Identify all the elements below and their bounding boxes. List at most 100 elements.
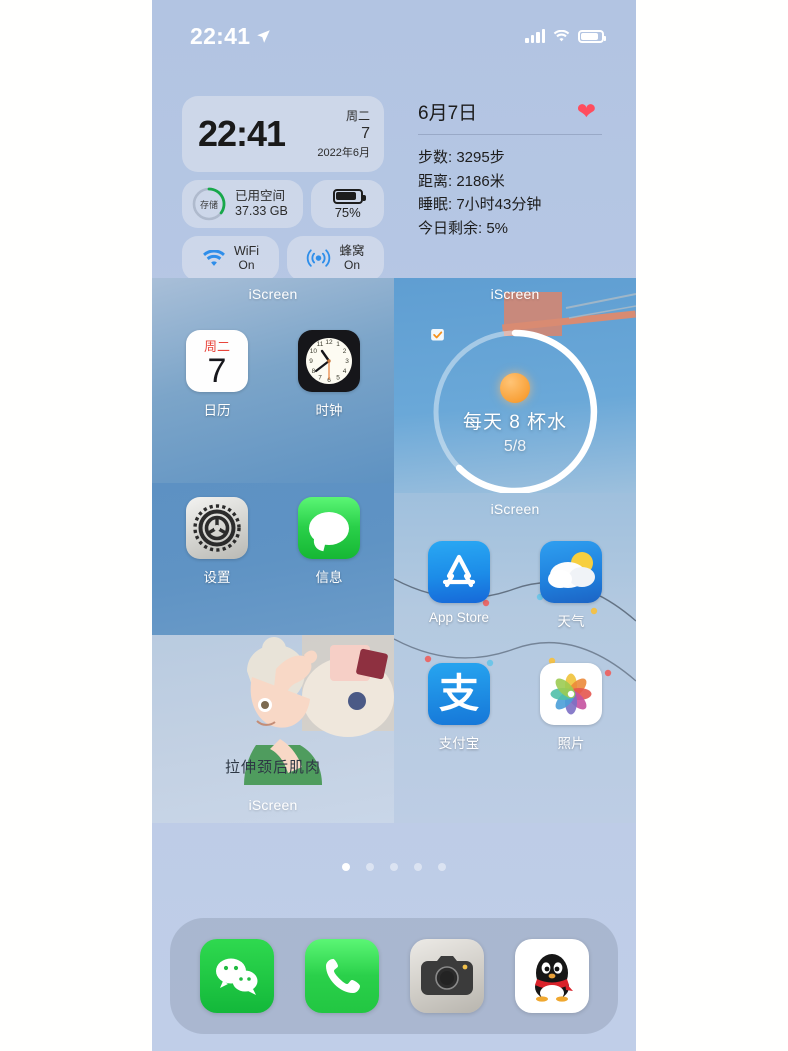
clock-icon: 12 1 23 45 67 89 10 11 (298, 330, 360, 392)
page-dot-5[interactable] (438, 863, 446, 871)
page-dot-1[interactable] (342, 863, 350, 871)
dock (170, 918, 618, 1034)
app-row-1: 周二 7 日历 12 1 23 45 67 8 9 10 11 时钟 (161, 330, 385, 419)
calendar-icon-day: 7 (207, 352, 227, 391)
app-label-weather: 天气 (557, 614, 585, 629)
battery-widget[interactable]: 75% (311, 180, 384, 228)
app-appstore[interactable]: App Store (403, 541, 515, 630)
water-progress-ring: 每天 8 杯水 5/8 (429, 326, 601, 493)
alipay-glyph: 支 (439, 672, 479, 716)
wifi-text: WiFi On (234, 244, 259, 272)
app-photos[interactable]: 照片 (515, 663, 627, 752)
app-calendar[interactable]: 周二 7 日历 (161, 330, 273, 419)
app-settings[interactable]: 设置 (161, 497, 273, 586)
svg-text:12: 12 (325, 339, 333, 346)
status-left: 22:41 (190, 23, 271, 50)
status-time: 22:41 (190, 22, 251, 49)
app-label-messages: 信息 (315, 570, 343, 585)
battery-percent: 75% (334, 204, 361, 220)
phone-icon[interactable] (304, 939, 379, 1013)
clock-widget-date: 周二 7 2022年6月 (317, 107, 370, 161)
app-label-calendar: 日历 (203, 403, 231, 418)
app-weather[interactable]: 天气 (515, 541, 627, 630)
app-messages[interactable]: 信息 (273, 497, 385, 586)
page-dot-3[interactable] (390, 863, 398, 871)
gear-icon (186, 497, 248, 559)
battery-level-icon (332, 188, 366, 204)
panel-top-left: iScreen 周二 7 日历 12 1 23 4 5 6 7 8 9 10 1… (152, 278, 394, 483)
panel-top-right-water[interactable]: iScreen 每天 8 杯水 5/8 (394, 278, 636, 493)
iscreen-label-mid-right: iScreen (490, 501, 540, 517)
heart-icon: ❤ (576, 98, 596, 124)
message-bubble-icon (298, 497, 360, 559)
app-alipay[interactable]: 支 支付宝 (403, 663, 515, 752)
health-date: 6月7日 (418, 103, 478, 124)
clock-widget-weekday: 周二 (345, 109, 370, 124)
location-arrow-icon (257, 29, 271, 43)
health-remaining: 今日剩余: 5% (418, 219, 509, 237)
app-label-alipay: 支付宝 (438, 736, 480, 751)
widget-row-2: 存储 已用空间 37.33 GB 75% (182, 180, 384, 228)
qq-icon[interactable] (514, 939, 589, 1013)
battery-icon (578, 29, 606, 43)
storage-title: 已用空间 (235, 189, 286, 204)
clock-widget-time: 22:41 (198, 113, 286, 154)
health-widget[interactable]: 6月7日 ❤ 步数: 3295步 距离: 2186米 睡眠: 7小时43分钟 今… (408, 96, 606, 281)
panel-mid-left: 设置 信息 (152, 483, 394, 635)
app-label-photos: 照片 (557, 736, 585, 751)
water-title: 每天 8 杯水 (462, 411, 568, 433)
app-label-settings: 设置 (203, 570, 231, 585)
svg-text:4: 4 (343, 368, 347, 375)
storage-text: 已用空间 37.33 GB (235, 189, 288, 219)
water-count: 5/8 (503, 437, 527, 455)
storage-ring: 存储 (191, 186, 227, 222)
page-indicator[interactable] (152, 863, 636, 871)
wifi-widget[interactable]: WiFi On (182, 236, 279, 281)
left-widget-stack: 22:41 周二 7 2022年6月 存储 已用空间 37.33 GB 75% … (182, 96, 384, 281)
health-divider (418, 134, 602, 135)
iscreen-label-top-left: iScreen (248, 286, 298, 302)
app-row-2: 设置 信息 (161, 497, 385, 586)
app-grid: iScreen 周二 7 日历 12 1 23 4 5 6 7 8 9 10 1… (152, 278, 636, 823)
photos-icon (540, 663, 602, 725)
svg-text:2: 2 (343, 348, 347, 355)
health-sleep: 睡眠: 7小时43分钟 (418, 196, 542, 214)
health-distance: 距离: 2186米 (418, 172, 505, 190)
panel-bottom-right: iScreen App Store 天气 支 支付宝 照片 (394, 493, 636, 823)
app-row-4: 支 支付宝 照片 (403, 663, 627, 752)
page-dot-4[interactable] (414, 863, 422, 871)
clock-widget-day: 7 (361, 125, 370, 143)
app-label-appstore: App Store (428, 610, 490, 625)
svg-text:9: 9 (309, 358, 313, 365)
calendar-icon: 周二 7 (186, 330, 248, 392)
camera-icon[interactable] (409, 939, 484, 1013)
app-label-clock: 时钟 (315, 403, 343, 418)
app-clock[interactable]: 12 1 23 45 67 89 10 11 时钟 (273, 330, 385, 419)
wechat-icon[interactable] (199, 939, 274, 1013)
svg-text:1: 1 (336, 341, 340, 348)
storage-value: 37.33 GB (235, 204, 288, 218)
storage-widget[interactable]: 存储 已用空间 37.33 GB (182, 180, 304, 228)
wifi-icon (553, 29, 570, 41)
panel-bottom-left-stretch[interactable]: 拉伸颈后肌肉 iScreen (152, 635, 394, 823)
wifi-icon (203, 249, 225, 266)
app-row-3: App Store 天气 (403, 541, 627, 630)
page-dot-2[interactable] (366, 863, 374, 871)
cellular-state: On (343, 257, 360, 272)
svg-text:5: 5 (336, 375, 340, 382)
cellular-bars-icon (525, 29, 545, 43)
widget-row: 22:41 周二 7 2022年6月 存储 已用空间 37.33 GB 75% … (152, 96, 636, 281)
cellular-text: 蜂窝 On (339, 244, 364, 272)
iscreen-label-top-right: iScreen (490, 286, 540, 302)
weather-icon (540, 541, 602, 603)
iscreen-label-bottom-left: iScreen (248, 797, 298, 813)
cellular-label: 蜂窝 (339, 244, 365, 259)
wifi-state: On (238, 257, 255, 272)
cellular-widget[interactable]: 蜂窝 On (287, 236, 384, 281)
app-store-icon (428, 541, 490, 603)
widget-row-3: WiFi On 蜂窝 On (182, 236, 384, 281)
svg-text:8: 8 (312, 368, 316, 375)
clock-widget[interactable]: 22:41 周二 7 2022年6月 (182, 96, 384, 172)
stretch-caption: 拉伸颈后肌肉 (224, 759, 321, 776)
storage-ring-label: 存储 (199, 199, 218, 210)
